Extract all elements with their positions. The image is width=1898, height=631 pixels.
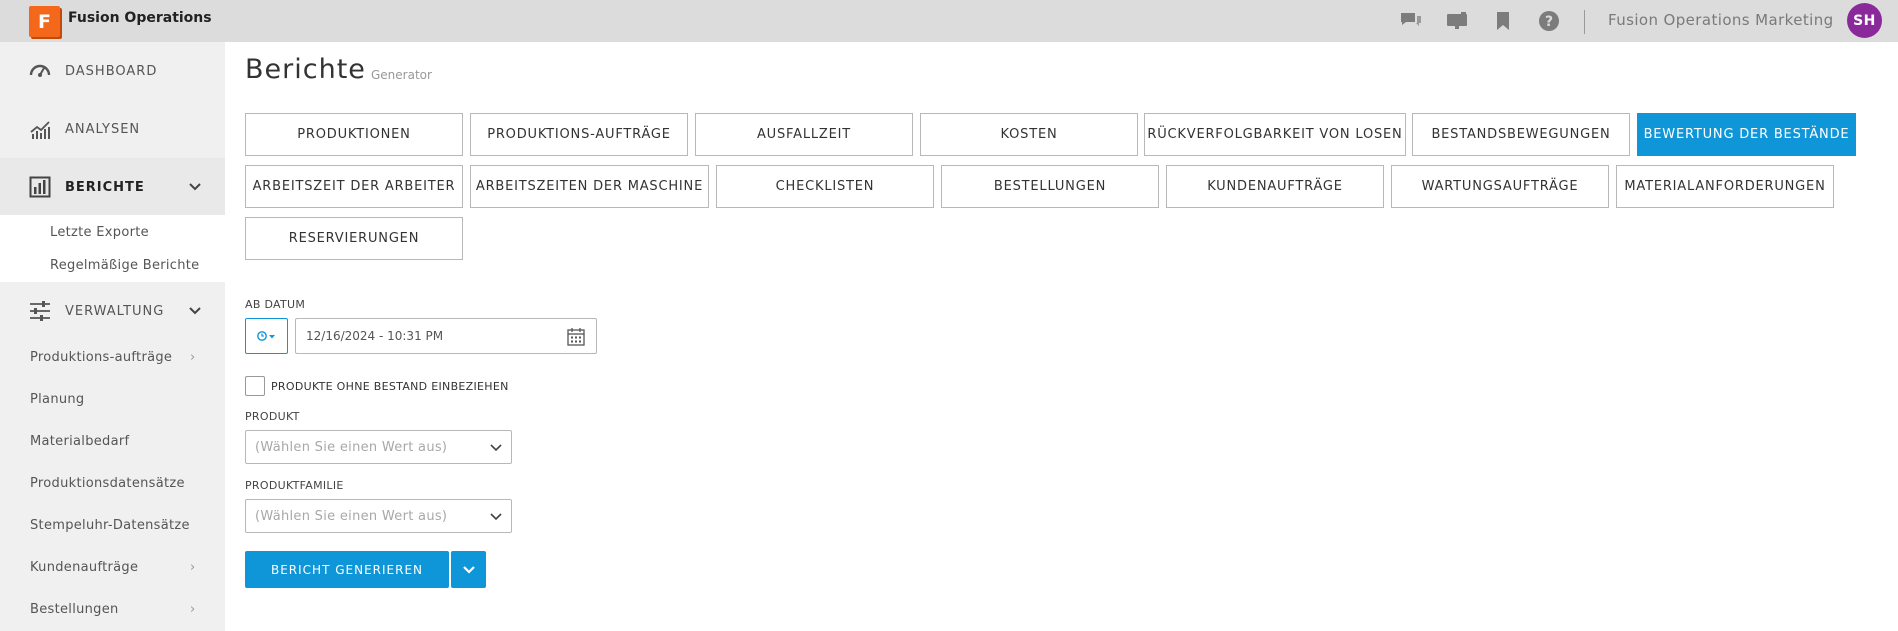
sidebar-item-verwaltung[interactable]: VERWALTUNG — [0, 282, 225, 340]
report-type-button[interactable]: PRODUKTIONS-AUFTRÄGE — [470, 113, 688, 156]
sidebar-subitem-planung[interactable]: Planung — [30, 392, 85, 407]
sidebar-subitem-kundenauftraege[interactable]: Kundenaufträge — [30, 560, 138, 575]
sidebar-subitem-produktionsdatensaetze[interactable]: Produktionsdatensätze — [30, 476, 185, 491]
sidebar-item-label: ANALYSEN — [65, 121, 141, 137]
topbar-divider — [1584, 10, 1585, 34]
sidebar: DASHBOARD ANALYSEN BERICHTE Letzte Expor… — [0, 42, 225, 631]
date-input[interactable]: 12/16/2024 - 10:31 PM — [295, 318, 597, 354]
report-type-button[interactable]: BESTELLUNGEN — [941, 165, 1159, 208]
chevron-down-icon[interactable] — [188, 180, 202, 194]
top-bar: F Fusion Operations ? Fusion Operations … — [0, 0, 1898, 42]
presentation-icon[interactable] — [1444, 9, 1470, 33]
chat-icon[interactable] — [1398, 9, 1424, 33]
report-type-button[interactable]: CHECKLISTEN — [716, 165, 934, 208]
sidebar-item-label: BERICHTE — [65, 179, 145, 195]
sidebar-subitem-stempeluhr-datensaetze[interactable]: Stempeluhr-Datensätze — [30, 518, 190, 533]
sidebar-subitem-produktions-auftraege[interactable]: Produktions-aufträge — [30, 350, 172, 365]
chevron-right-icon[interactable]: › — [190, 602, 195, 617]
report-type-button[interactable]: RÜCKVERFOLGBARKEIT VON LOSEN — [1144, 113, 1406, 156]
sidebar-subitem-regelmaessige-berichte[interactable]: Regelmäßige Berichte — [50, 258, 199, 273]
page-title: Berichte — [245, 54, 366, 85]
page-subtitle: Generator — [371, 68, 432, 82]
chevron-down-icon[interactable] — [188, 304, 202, 318]
bookmark-icon[interactable] — [1490, 9, 1516, 33]
chevron-right-icon[interactable]: › — [190, 350, 195, 365]
sidebar-item-analysen[interactable]: ANALYSEN — [0, 100, 225, 158]
svg-text:?: ? — [1545, 14, 1553, 30]
sidebar-item-berichte[interactable]: BERICHTE — [0, 158, 225, 216]
product-label: PRODUKT — [245, 410, 300, 423]
include-no-stock-checkbox[interactable] — [245, 376, 265, 396]
sidebar-subitem-materialbedarf[interactable]: Materialbedarf — [30, 434, 129, 449]
report-type-button[interactable]: BESTANDSBEWEGUNGEN — [1412, 113, 1630, 156]
report-bar-icon — [29, 176, 51, 198]
reports-submenu: Letzte Exporte Regelmäßige Berichte — [0, 215, 225, 282]
sidebar-item-label: VERWALTUNG — [65, 303, 165, 319]
report-type-button[interactable]: ARBEITSZEITEN DER MASCHINE — [470, 165, 709, 208]
sliders-icon — [30, 301, 50, 321]
analytics-chart-icon — [30, 121, 50, 139]
report-type-button[interactable]: WARTUNGSAUFTRÄGE — [1391, 165, 1609, 208]
date-label: AB DATUM — [245, 298, 306, 311]
report-type-button[interactable]: KOSTEN — [920, 113, 1138, 156]
product-family-placeholder: (Wählen Sie einen Wert aus) — [255, 509, 448, 524]
sidebar-subitem-bestellungen[interactable]: Bestellungen — [30, 602, 119, 617]
chevron-down-icon — [490, 513, 502, 521]
chevron-down-icon — [462, 565, 475, 574]
date-value: 12/16/2024 - 10:31 PM — [306, 329, 444, 343]
calendar-icon[interactable] — [566, 327, 586, 347]
product-placeholder: (Wählen Sie einen Wert aus) — [255, 440, 448, 455]
timezone-toggle-button[interactable] — [245, 318, 288, 354]
clock-dropdown-icon — [256, 331, 275, 341]
product-family-select[interactable]: (Wählen Sie einen Wert aus) — [245, 499, 512, 533]
report-type-button-active[interactable]: BEWERTUNG DER BESTÄNDE — [1637, 113, 1856, 156]
app-title[interactable]: Fusion Operations — [68, 10, 212, 26]
report-type-button[interactable]: RESERVIERUNGEN — [245, 217, 463, 260]
report-type-button[interactable]: ARBEITSZEIT DER ARBEITER — [245, 165, 463, 208]
sidebar-item-label: DASHBOARD — [65, 63, 158, 79]
sidebar-subitem-letzte-exporte[interactable]: Letzte Exporte — [50, 225, 149, 240]
chevron-right-icon[interactable]: › — [190, 560, 195, 575]
sidebar-item-dashboard[interactable]: DASHBOARD — [0, 42, 225, 100]
organization-name[interactable]: Fusion Operations Marketing — [1608, 11, 1834, 29]
include-no-stock-label[interactable]: PRODUKTE OHNE BESTAND EINBEZIEHEN — [271, 380, 509, 393]
report-type-button[interactable]: KUNDENAUFTRÄGE — [1166, 165, 1384, 208]
report-type-button[interactable]: MATERIALANFORDERUNGEN — [1616, 165, 1834, 208]
report-type-button[interactable]: AUSFALLZEIT — [695, 113, 913, 156]
speedometer-icon — [29, 64, 51, 77]
user-avatar[interactable]: SH — [1847, 3, 1882, 38]
product-family-label: PRODUKTFAMILIE — [245, 479, 344, 492]
generate-report-button[interactable]: BERICHT GENERIEREN — [245, 551, 449, 588]
product-select[interactable]: (Wählen Sie einen Wert aus) — [245, 430, 512, 464]
chevron-down-icon — [490, 444, 502, 452]
help-icon[interactable]: ? — [1536, 9, 1562, 33]
app-logo-icon[interactable]: F — [29, 6, 60, 37]
generate-options-dropdown-button[interactable] — [451, 551, 486, 588]
report-type-button[interactable]: PRODUKTIONEN — [245, 113, 463, 156]
